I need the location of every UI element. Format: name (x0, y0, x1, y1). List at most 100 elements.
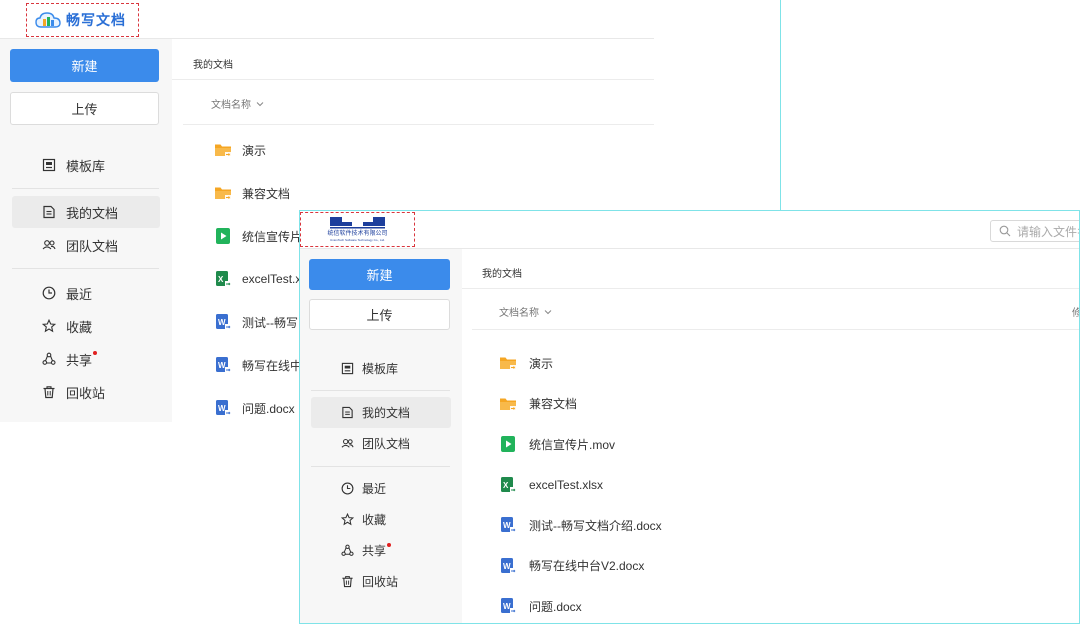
file-name: 统信宣传片 (242, 229, 303, 244)
logo-text: 畅写文档 (66, 12, 126, 28)
column-header-name[interactable]: 文档名称 (211, 96, 264, 111)
file-row[interactable]: 兼容文档 (499, 386, 1079, 422)
file-name: 问题.docx (529, 599, 582, 614)
file-row[interactable]: W 畅写在线中台V2.docx (499, 548, 1079, 584)
logo-text: 统信软件技术有限公司 (327, 231, 388, 237)
divider (462, 288, 1079, 289)
sidebar-item-templates[interactable]: 模板库 (12, 149, 160, 181)
trash-icon (342, 576, 353, 588)
divider (472, 329, 1079, 330)
video-file-icon (214, 227, 232, 245)
logo-subtext: UnionTech Software Technology Co., Ltd. (330, 238, 385, 242)
file-name: 畅写在线中台V2.docx (529, 559, 645, 573)
logo[interactable]: 畅写文档 (26, 3, 139, 37)
main-panel: 我的文档 文档名称 修 演示兼容文档统信宣传片.mov XexcelTest.xl… (462, 249, 1079, 623)
divider (311, 390, 450, 391)
file-name: 演示 (242, 143, 267, 158)
folder-file-icon (214, 184, 232, 202)
folder-file-icon (214, 141, 232, 159)
word-file-icon: W (214, 399, 232, 417)
guide-line (780, 0, 781, 210)
sidebar-item-favorites[interactable]: 收藏 (12, 310, 160, 342)
file-row[interactable]: 兼容文档 (214, 174, 654, 212)
file-row[interactable]: 演示 (499, 345, 1079, 381)
sidebar-item-my-docs[interactable]: 我的文档 (311, 397, 451, 428)
share-icon (341, 544, 354, 556)
file-row[interactable]: 统信宣传片.mov (499, 426, 1079, 462)
sidebar-item-label: 最近 (362, 482, 387, 496)
sidebar-item-recent[interactable]: 最近 (311, 473, 451, 504)
column-header-modified[interactable]: 修 (1072, 304, 1079, 319)
sidebar-item-label: 收藏 (66, 319, 93, 335)
excel-file-icon: X (499, 476, 517, 494)
sidebar-item-trash[interactable]: 回收站 (311, 566, 451, 597)
file-name: 测试--畅写 (242, 315, 298, 330)
svg-text:W: W (503, 562, 511, 571)
sidebar-item-team-docs[interactable]: 团队文档 (311, 428, 451, 459)
sidebar-item-shared[interactable]: 共享 (311, 535, 451, 566)
front-window: 统信软件技术有限公司 UnionTech Software Technology… (299, 210, 1080, 624)
upload-button[interactable]: 上传 (309, 299, 450, 330)
svg-text:W: W (218, 404, 226, 413)
share-icon (42, 352, 56, 365)
sidebar-item-label: 最近 (66, 286, 93, 302)
svg-text:X: X (218, 275, 224, 284)
search-placeholder: 请输入文件名 (1016, 224, 1079, 239)
column-header-name[interactable]: 文档名称 (499, 304, 552, 319)
sidebar-item-shared[interactable]: 共享 (12, 343, 160, 375)
file-row[interactable]: W 测试--畅写文档介绍.docx (499, 507, 1079, 543)
top-bar: 畅写文档 (0, 0, 654, 39)
sidebar-item-favorites[interactable]: 收藏 (311, 504, 451, 535)
sidebar: 新建 上传 模板库 我的文档 团队文档 最近 收藏 共享 回收站 (300, 249, 462, 623)
template-icon (341, 362, 354, 375)
word-file-icon: W (499, 557, 517, 575)
sidebar-item-templates[interactable]: 模板库 (311, 353, 451, 384)
svg-text:W: W (218, 361, 226, 370)
sidebar-item-trash[interactable]: 回收站 (12, 376, 160, 408)
divider (183, 124, 654, 125)
chevron-down-icon (544, 309, 552, 314)
word-file-icon: W (499, 516, 517, 534)
team-icon (42, 240, 56, 250)
file-row[interactable]: 演示 (214, 131, 654, 169)
video-file-icon (499, 435, 517, 453)
svg-text:X: X (503, 481, 509, 490)
file-name: 测试--畅写文档介绍.docx (529, 518, 662, 533)
trash-icon (43, 386, 55, 399)
file-name: 统信宣传片.mov (529, 437, 616, 452)
word-file-icon: W (499, 597, 517, 615)
clock-icon (42, 286, 56, 300)
logo[interactable]: 统信软件技术有限公司 UnionTech Software Technology… (300, 212, 415, 247)
file-row[interactable]: W 问题.docx (499, 588, 1079, 623)
file-name: excelTest.xlsx (529, 477, 604, 492)
notification-dot (93, 351, 98, 355)
new-button[interactable]: 新建 (10, 49, 159, 82)
divider (12, 188, 159, 189)
word-file-icon: W (214, 313, 232, 331)
chevron-down-icon (256, 101, 264, 106)
file-name: 兼容文档 (242, 186, 291, 201)
document-icon (342, 406, 353, 419)
sidebar-item-label: 团队文档 (362, 437, 411, 451)
upload-button[interactable]: 上传 (10, 92, 159, 125)
column-header-label: 文档名称 (499, 308, 539, 319)
sidebar-item-recent[interactable]: 最近 (12, 277, 160, 309)
sidebar-item-label: 团队文档 (66, 238, 119, 254)
divider (311, 466, 450, 467)
sidebar-item-label: 回收站 (66, 385, 106, 401)
search-input[interactable]: 请输入文件名 (990, 220, 1079, 242)
excel-file-icon: X (214, 270, 232, 288)
svg-text:W: W (503, 521, 511, 530)
sidebar-item-my-docs[interactable]: 我的文档 (12, 196, 160, 228)
template-icon (42, 158, 56, 172)
sidebar-item-team-docs[interactable]: 团队文档 (12, 229, 160, 261)
file-row[interactable]: XexcelTest.xlsx (499, 467, 1079, 503)
column-header-label: 文档名称 (211, 100, 251, 111)
sidebar-item-label: 收藏 (362, 513, 387, 527)
breadcrumb: 我的文档 (482, 269, 522, 280)
sidebar-item-label: 共享 (362, 544, 387, 558)
new-button[interactable]: 新建 (309, 259, 450, 290)
sidebar-item-label: 我的文档 (362, 406, 411, 420)
divider (12, 268, 159, 269)
file-name: excelTest.x (242, 272, 302, 286)
